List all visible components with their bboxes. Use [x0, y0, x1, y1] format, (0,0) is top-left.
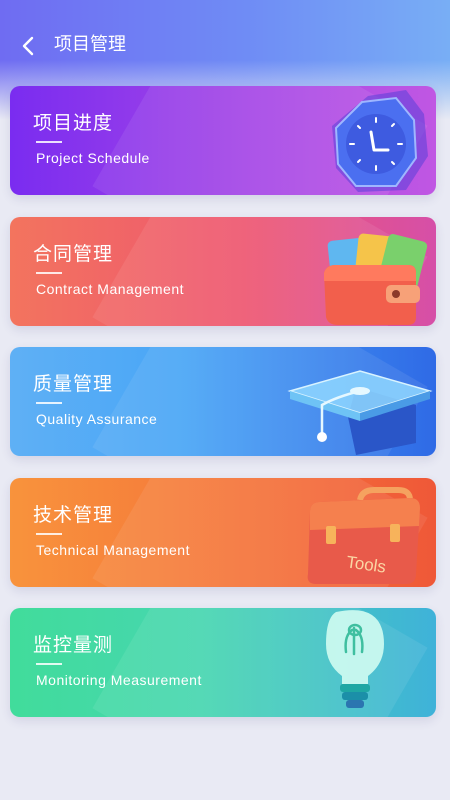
title-underline: [36, 663, 62, 665]
wallet-icon: [324, 233, 428, 325]
card-subtitle: Quality Assurance: [36, 411, 158, 427]
chevron-left-icon: [22, 36, 34, 56]
title-underline: [36, 533, 62, 535]
lightbulb-icon: [326, 610, 384, 708]
card-title: 合同管理: [33, 243, 114, 265]
back-button[interactable]: [14, 32, 42, 60]
card-monitoring-measurement[interactable]: 监控量测 Monitoring Measurement: [10, 608, 436, 717]
card-contract-management[interactable]: 合同管理 Contract Management: [10, 217, 436, 326]
card-title: 质量管理: [33, 373, 114, 395]
card-subtitle: Contract Management: [36, 281, 185, 297]
card-title: 监控量测: [33, 634, 114, 656]
card-subtitle: Monitoring Measurement: [36, 672, 202, 688]
clock-icon: [332, 90, 428, 192]
toolbox-icon: Tools: [307, 487, 420, 584]
card-technical-management[interactable]: 技术管理 Technical Management Tools: [10, 478, 436, 587]
card-title: 技术管理: [33, 504, 114, 526]
card-subtitle: Project Schedule: [36, 150, 150, 166]
title-underline: [36, 272, 62, 274]
card-subtitle: Technical Management: [36, 542, 190, 558]
card-quality-assurance[interactable]: 质量管理 Quality Assurance: [10, 347, 436, 456]
graduation-cap-icon: [287, 370, 433, 455]
card-project-schedule[interactable]: 项目进度 Project Schedule: [10, 86, 436, 195]
card-title: 项目进度: [33, 112, 114, 134]
title-underline: [36, 402, 62, 404]
page-title: 项目管理: [54, 34, 126, 55]
title-underline: [36, 141, 62, 143]
